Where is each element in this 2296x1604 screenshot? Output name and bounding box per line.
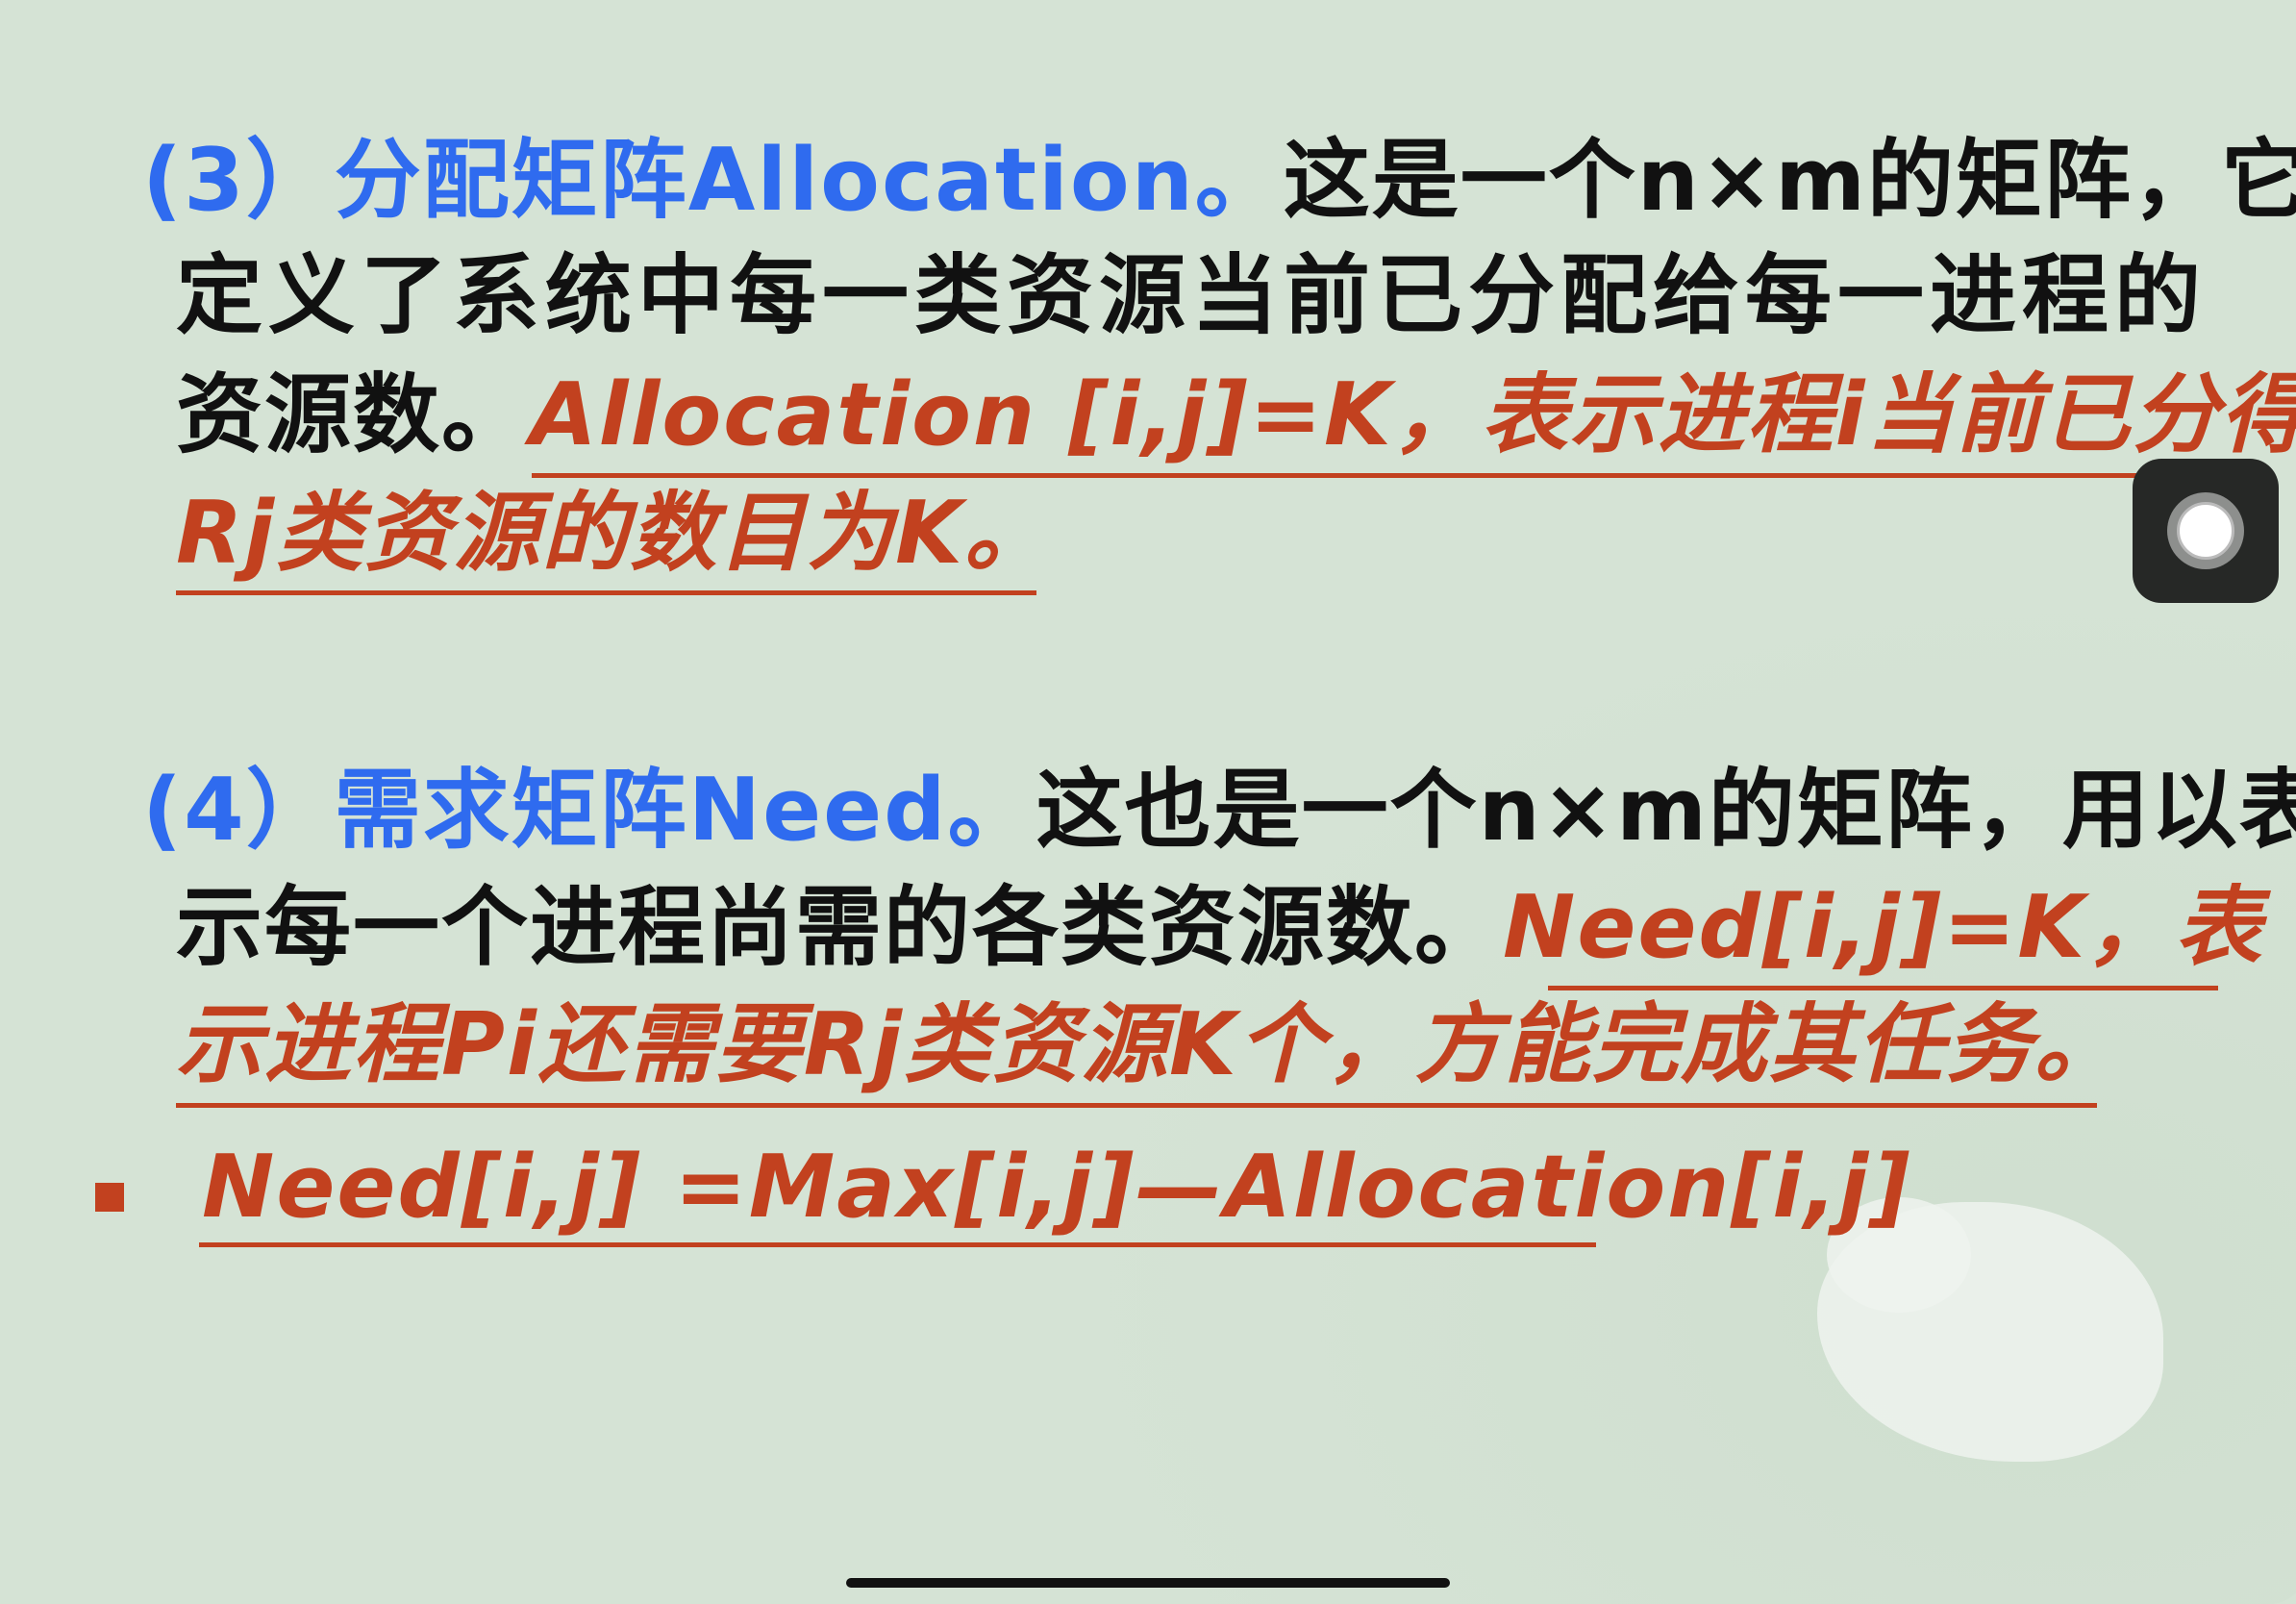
section4-underline-2 xyxy=(176,1103,2097,1108)
section3-line2: 定义了系统中每一类资源当前已分配给每一进程的 xyxy=(176,245,2207,346)
section3-line1-text: 这是一个n×m的矩阵，它 xyxy=(1283,130,2296,231)
section3-line3: 资源数。Allocation [i,j]=K，表示进程i当前已分得 xyxy=(176,372,2296,459)
section4-line2-text: 示每一个进程尚需的各类资源数。 xyxy=(176,877,1503,978)
section3-heading: (3）分配矩阵Allocation。 xyxy=(142,130,1284,231)
section3-underline-1 xyxy=(532,473,2138,478)
assistive-touch-button[interactable] xyxy=(2133,459,2279,603)
section4-line2: 示每一个进程尚需的各类资源数。Need[i,j]=K，表 xyxy=(176,885,2263,971)
section4-line1: (4）需求矩阵Need。这也是一个n×m的矩阵，用以表 xyxy=(142,767,2296,854)
need-formula: Need[i,j] =Max[i,j]—Allocation[i,j] xyxy=(202,1137,1912,1238)
section4-line1-text: 这也是一个n×m的矩阵，用以表 xyxy=(1036,760,2296,861)
section3-line3-text: 资源数。 xyxy=(176,364,530,465)
section3-line4: Rj类资源的数目为K。 xyxy=(176,483,1053,584)
section4-heading: (4）需求矩阵Need。 xyxy=(142,760,1036,861)
assistive-touch-core xyxy=(2177,502,2234,560)
formula-underline xyxy=(199,1242,1596,1247)
section4-need-def: Need[i,j]=K，表 xyxy=(1503,877,2264,978)
section4-line3: 示进程Pi还需要Rj类资源K个，方能完成其任务。 xyxy=(176,994,2123,1095)
section3-allocation-def: Allocation [i,j]=K，表示进程i当前已分得 xyxy=(530,364,2296,465)
section4-underline-1 xyxy=(1548,986,2218,990)
home-indicator[interactable] xyxy=(846,1578,1450,1588)
section3-underline-2 xyxy=(176,590,1036,595)
section3-line1: (3）分配矩阵Allocation。这是一个n×m的矩阵，它 xyxy=(142,138,2296,224)
bullet-square-icon xyxy=(95,1183,124,1212)
